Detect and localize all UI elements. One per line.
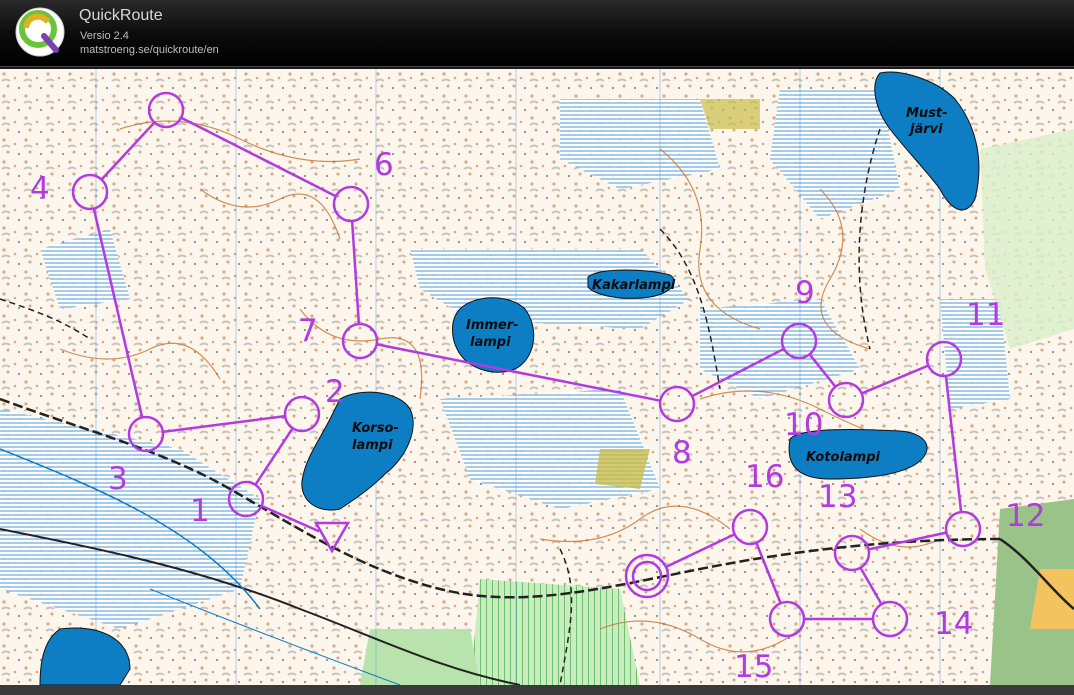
control-number-14: 14 (934, 606, 973, 642)
lake-label-korsolampi: Korso- (352, 421, 399, 436)
control-number-4: 4 (30, 171, 50, 207)
control-number-1: 1 (190, 493, 210, 529)
control-number-11: 11 (966, 297, 1005, 333)
app-url-link[interactable]: matstroeng.se/quickroute/en (80, 44, 219, 56)
orienteering-map[interactable]: Must- järvi Kakarlampi Immer- lampi Kors… (0, 69, 1074, 685)
lake-label-korsolampi-line2: lampi (352, 438, 393, 453)
control-number-13: 13 (818, 479, 857, 515)
app-version: Versio 2.4 (80, 30, 129, 42)
app-title: QuickRoute (79, 7, 163, 24)
quickroute-window: QuickRoute Versio 2.4 matstroeng.se/quic… (0, 0, 1074, 695)
lake-label-kakarlampi: Kakarlampi (592, 278, 676, 293)
control-number-6: 6 (374, 147, 394, 183)
bottom-bar (0, 685, 1074, 695)
control-number-8: 8 (672, 435, 692, 471)
lake-label-immerlampi-line2: lampi (470, 335, 511, 350)
lake-label-mustjarvi-line2: järvi (908, 122, 943, 137)
lake-label-kotolampi: Kotolampi (806, 450, 881, 465)
control-number-7: 7 (298, 313, 318, 349)
control-number-16: 16 (745, 459, 784, 495)
control-number-9: 9 (795, 275, 815, 311)
control-number-12: 12 (1006, 498, 1045, 534)
title-bar: QuickRoute Versio 2.4 matstroeng.se/quic… (0, 0, 1074, 67)
control-number-2: 2 (325, 374, 345, 410)
lake-label-mustjarvi: Must- (906, 106, 948, 121)
quickroute-logo-icon (15, 7, 65, 57)
control-number-3: 3 (108, 461, 128, 497)
lake-label-immerlampi: Immer- (466, 318, 519, 333)
control-number-15: 15 (734, 649, 773, 685)
control-number-10: 10 (784, 407, 823, 443)
map-canvas[interactable]: Must- järvi Kakarlampi Immer- lampi Kors… (0, 69, 1074, 685)
